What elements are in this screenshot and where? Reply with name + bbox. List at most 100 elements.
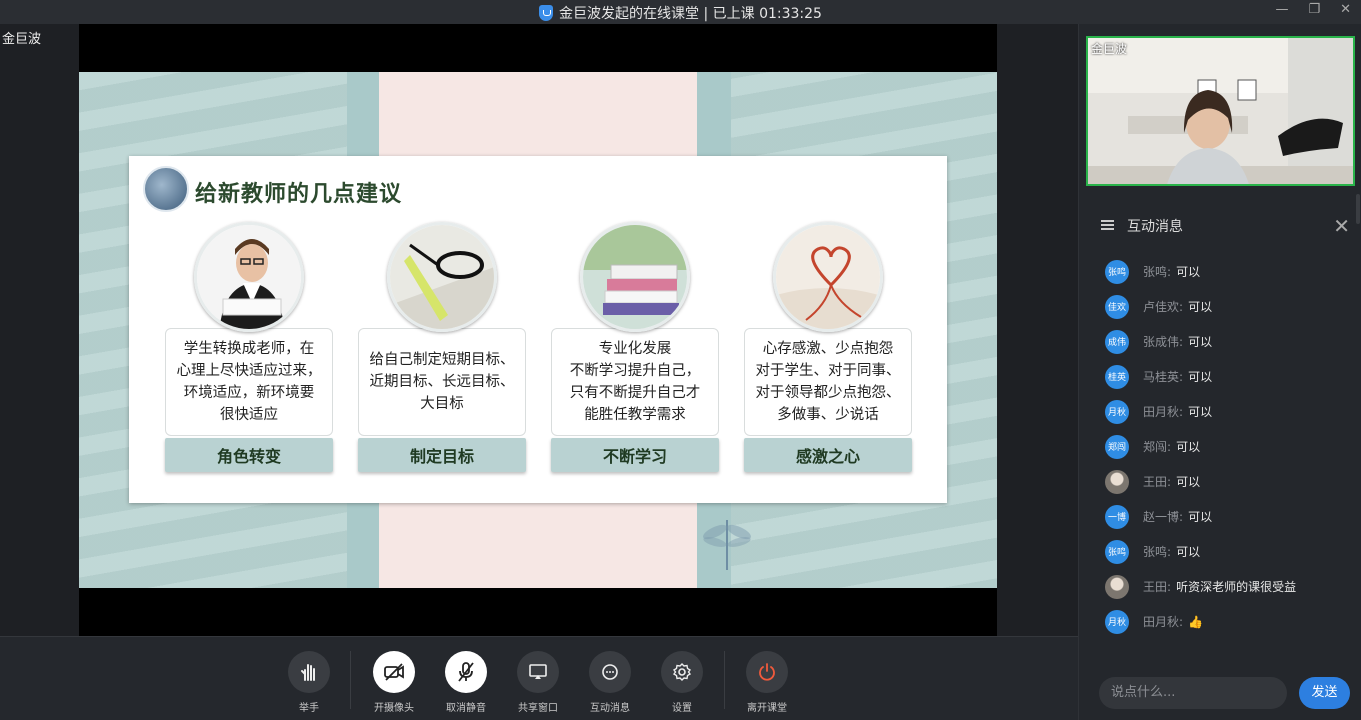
chat-message: 成伟 张成伟: 可以 <box>1079 324 1361 359</box>
slide-column-tag: 制定目标 <box>358 438 526 472</box>
message-text: 可以 <box>1188 300 1213 314</box>
avatar: 佳欢 <box>1105 294 1129 319</box>
bottom-toolbar: 举手 开摄像头 取消静音 共享窗口 互动消息 设置 离开课堂 <box>0 636 1078 720</box>
close-icon[interactable]: ✕ <box>1333 214 1350 238</box>
slide-column-3: 专业化发展 不断学习提升自己， 只有不断提升自己才 能胜任教学需求 不断学习 <box>551 222 719 472</box>
chat-message: 桂英 马桂英: 可以 <box>1079 359 1361 394</box>
slide-column-4: 心存感激、少点抱怨 对于学生、对于同事、 对于领导都少点抱怨、 多做事、少说话 … <box>744 222 912 472</box>
message-text: 可以 <box>1176 440 1201 454</box>
chat-message: 王田: 可以 <box>1079 464 1361 499</box>
camera-label: 开摄像头 <box>374 703 414 714</box>
slide-panel: 给新教师的几点建议 学生转换成老师，在 心理上尽快适应过来， 环境适应，新环境要… <box>129 156 947 503</box>
avatar: 郑闯 <box>1105 434 1129 459</box>
raise-hand-label: 举手 <box>299 703 319 714</box>
slide-column-desc: 心存感激、少点抱怨 对于学生、对于同事、 对于领导都少点抱怨、 多做事、少说话 <box>744 328 912 436</box>
avatar: 一博 <box>1105 504 1129 529</box>
send-button[interactable]: 发送 <box>1299 677 1350 709</box>
screen-share-icon <box>517 651 559 693</box>
minimize-button[interactable]: — <box>1275 2 1288 17</box>
book-stack-photo <box>580 222 690 332</box>
share-label: 共享窗口 <box>518 703 558 714</box>
avatar: 张鸣 <box>1105 539 1129 564</box>
slide-column-1: 学生转换成老师，在 心理上尽快适应过来， 环境适应，新环境要 很快适应 角色转变 <box>165 222 333 472</box>
slide-title: 给新教师的几点建议 <box>195 182 403 207</box>
flower-badge-icon <box>143 166 189 212</box>
chat-messages: 张鸣 张鸣: 可以 佳欢 卢佳欢: 可以 成伟 张成伟: 可以 桂英 马桂英: 可以 月… <box>1079 254 1361 639</box>
chat-message: 佳欢 卢佳欢: 可以 <box>1079 289 1361 324</box>
chat-message: 月秋 田月秋: 👍 <box>1079 604 1361 639</box>
slide-column-desc: 给自己制定短期目标、 近期目标、长远目标、 大目标 <box>358 328 526 436</box>
sender-name: 张鸣: <box>1143 265 1172 279</box>
host-name: 金巨波 <box>2 32 42 47</box>
teacher-camera[interactable]: 金巨波 <box>1086 36 1355 186</box>
chat-title: 互动消息 <box>1127 219 1183 235</box>
sender-name: 郑闯: <box>1143 440 1172 454</box>
window-controls: — ❐ ✕ <box>1275 2 1351 17</box>
main-stage: 金巨波 给新教师的几点建议 学生转换成老师，在 心理上尽快适应过来， 环境适应，… <box>0 24 1078 654</box>
window-title-text: 金巨波发起的在线课堂 | 已上课 01:33:25 <box>559 6 822 22</box>
sender-name: 赵一博: <box>1143 510 1184 524</box>
avatar <box>1105 469 1129 494</box>
chat-header: 互动消息 ✕ <box>1079 214 1361 240</box>
sender-name: 田月秋: <box>1143 405 1184 419</box>
shared-screen: 给新教师的几点建议 学生转换成老师，在 心理上尽快适应过来， 环境适应，新环境要… <box>79 24 997 636</box>
sender-name: 卢佳欢: <box>1143 300 1184 314</box>
unmute-button[interactable]: 取消静音 <box>436 651 496 714</box>
settings-label: 设置 <box>672 703 692 714</box>
message-text: 👍 <box>1188 614 1204 629</box>
window-title: 金巨波发起的在线课堂 | 已上课 01:33:25 <box>0 3 1361 23</box>
messages-button[interactable]: 互动消息 <box>580 651 640 714</box>
settings-button[interactable]: 设置 <box>652 651 712 714</box>
slide: 给新教师的几点建议 学生转换成老师，在 心理上尽快适应过来， 环境适应，新环境要… <box>79 72 997 588</box>
slide-column-tag: 不断学习 <box>551 438 719 472</box>
message-text: 可以 <box>1176 265 1201 279</box>
avatar: 月秋 <box>1105 399 1129 424</box>
sender-name: 田月秋: <box>1143 615 1184 629</box>
slide-column-tag: 角色转变 <box>165 438 333 472</box>
chat-icon <box>589 651 631 693</box>
raise-hand-button[interactable]: 举手 <box>279 651 339 714</box>
slide-column-2: 给自己制定短期目标、 近期目标、长远目标、 大目标 制定目标 <box>358 222 526 472</box>
hand-icon <box>288 651 330 693</box>
dragonfly-icon <box>703 520 751 570</box>
sender-name: 马桂英: <box>1143 370 1184 384</box>
restore-button[interactable]: ❐ <box>1308 2 1320 17</box>
chat-message: 王田: 听资深老师的课很受益 <box>1079 569 1361 604</box>
right-panel: 金巨波 互动消息 ✕ 张鸣 张鸣: 可以 佳欢 卢佳欢: 可以 成伟 张成伟: 可以 … <box>1078 24 1361 720</box>
teacher-reading-photo <box>194 222 304 332</box>
avatar: 成伟 <box>1105 329 1129 354</box>
avatar: 月秋 <box>1105 609 1129 634</box>
slide-column-tag: 感激之心 <box>744 438 912 472</box>
chat-input[interactable]: 说点什么... <box>1099 677 1287 709</box>
avatar: 张鸣 <box>1105 259 1129 284</box>
camera-off-icon <box>373 651 415 693</box>
chat-message: 张鸣 张鸣: 可以 <box>1079 534 1361 569</box>
close-window-button[interactable]: ✕ <box>1340 2 1351 17</box>
chat-message: 郑闯 郑闯: 可以 <box>1079 429 1361 464</box>
messages-label: 互动消息 <box>590 703 630 714</box>
sender-name: 张鸣: <box>1143 545 1172 559</box>
heart-string-photo <box>773 222 883 332</box>
avatar <box>1105 574 1129 599</box>
message-text: 可以 <box>1188 510 1213 524</box>
slide-column-desc: 学生转换成老师，在 心理上尽快适应过来， 环境适应，新环境要 很快适应 <box>165 328 333 436</box>
shield-icon <box>539 5 554 21</box>
chat-message: 月秋 田月秋: 可以 <box>1079 394 1361 429</box>
glasses-book-photo <box>387 222 497 332</box>
camera-button[interactable]: 开摄像头 <box>364 651 424 714</box>
sender-name: 王田: <box>1143 475 1172 489</box>
chat-message: 张鸣 张鸣: 可以 <box>1079 254 1361 289</box>
sender-name: 张成伟: <box>1143 335 1184 349</box>
unmute-label: 取消静音 <box>446 703 486 714</box>
menu-icon[interactable] <box>1101 220 1114 230</box>
message-text: 可以 <box>1188 405 1213 419</box>
leave-label: 离开课堂 <box>747 703 787 714</box>
share-window-button[interactable]: 共享窗口 <box>508 651 568 714</box>
leave-class-button[interactable]: 离开课堂 <box>737 651 797 714</box>
title-bar: 金巨波发起的在线课堂 | 已上课 01:33:25 — ❐ ✕ <box>0 0 1361 24</box>
message-text: 听资深老师的课很受益 <box>1176 580 1297 594</box>
message-text: 可以 <box>1188 370 1213 384</box>
gear-icon <box>661 651 703 693</box>
slide-column-desc: 专业化发展 不断学习提升自己， 只有不断提升自己才 能胜任教学需求 <box>551 328 719 436</box>
chat-message: 一博 赵一博: 可以 <box>1079 499 1361 534</box>
